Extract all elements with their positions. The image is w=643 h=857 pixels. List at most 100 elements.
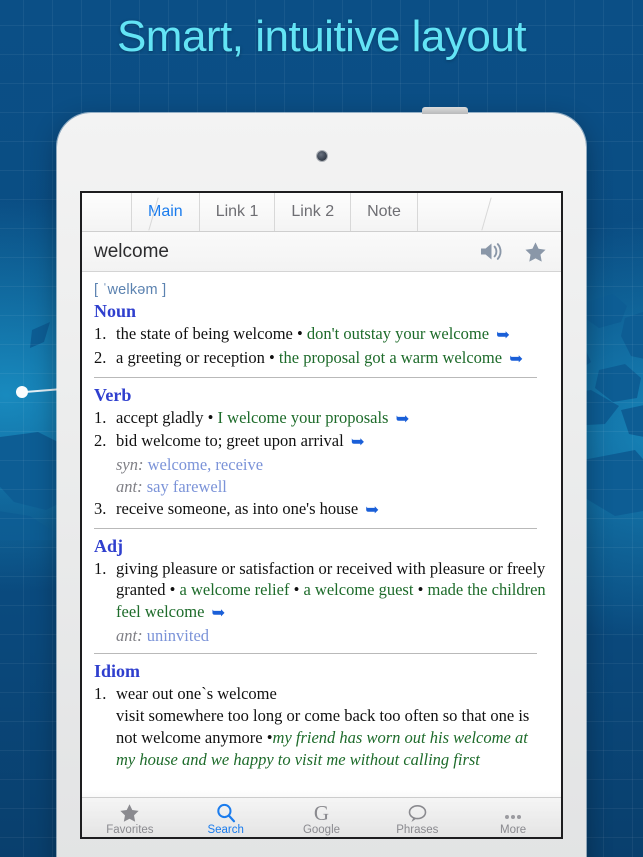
definition-text: accept gladly [116,407,204,427]
tab-note[interactable]: Note [350,193,418,231]
bullet-separator: • [296,324,307,343]
jump-arrow-icon[interactable]: ➥ [351,431,365,453]
bullet-separator: • [417,580,428,600]
antonym-terms[interactable]: uninvited [147,626,209,645]
tablet-device-frame: Main Link 1 Link 2 Note welcome [ˈwelkə… [57,107,586,857]
jump-arrow-icon[interactable]: ➥ [396,408,410,430]
toolbar-label-phrases: Phrases [396,823,439,836]
star-icon[interactable] [524,241,547,263]
jump-arrow-icon[interactable]: ➥ [496,324,510,346]
definition-text: the state of being welcome [116,324,293,343]
headword-row: welcome [82,232,561,272]
section-divider [94,376,537,378]
definition-list-noun: 1. the state of being welcome • don't ou… [94,323,547,370]
synonym-line: syn: welcome, receive [94,454,547,475]
tab-link-1-label: Link 1 [215,203,259,220]
definition-list-adj: 1. giving pleasure or satisfaction or re… [94,558,547,624]
tab-link-2-label: Link 2 [291,203,335,220]
definition-number: 1. [94,558,107,578]
headword-text[interactable]: welcome [94,241,462,263]
antonym-line: ant: uninvited [94,625,547,646]
tab-note-label: Note [367,203,401,220]
definition-number: 1. [94,407,107,427]
bullet-separator: • [207,407,218,427]
toolbar-label-google: Google [302,823,341,836]
toolbar-label-favorites: Favorites [106,823,154,836]
bullet-separator: • [169,580,180,600]
idiom-example: my friend has worn out his welcome at [272,727,528,747]
bottom-toolbar: Favorites Search G Google Phrases More [82,797,561,837]
antonym-terms[interactable]: say farewell [147,477,227,496]
example-text: a welcome guest [303,580,414,600]
front-camera-icon [316,151,327,161]
speaker-icon[interactable] [480,242,506,261]
toolbar-label-search: Search [207,823,244,836]
jump-arrow-icon[interactable]: ➥ [212,602,226,624]
tab-link-1[interactable]: Link 1 [198,193,276,231]
tab-link-2[interactable]: Link 2 [274,193,352,231]
synonym-label: syn: [116,455,144,475]
toolbar-item-google[interactable]: G Google [274,802,370,836]
tab-slant-divider-right [481,197,492,231]
idiom-phrase: wear out one`s welcome [116,684,277,704]
page-headline: Smart, intuitive layout [116,12,527,61]
definition-list-verb-cont: 3. receive someone, as into one's house … [94,498,547,521]
phonetic-transcription: [ ˈwelkəm ] [94,282,167,298]
definition-item: 3. receive someone, as into one's house … [94,498,547,521]
idiom-example-clipped: my house and we happy to visit me withou… [116,749,480,769]
promo-screenshot: Smart, intuitive layout Main Link 1 Link… [0,0,643,857]
definition-item: 2. bid welcome to; greet upon arrival ➥ [94,430,547,453]
content-fade-overlay [82,771,561,797]
tab-bar-left-pad [82,193,132,231]
definition-list-verb: 1. accept gladly • I welcome your propos… [94,407,547,454]
toolbar-item-phrases[interactable]: Phrases [369,802,465,836]
bullet-separator: • [269,347,279,367]
antonym-line: ant: say farewell [94,476,547,497]
toolbar-label-more: More [499,823,527,836]
toolbar-item-favorites[interactable]: Favorites [82,802,178,836]
pos-heading-noun: Noun [94,301,137,321]
synonym-terms[interactable]: welcome, receive [148,455,263,474]
definition-item: 2. a greeting or reception • the proposa… [94,347,547,370]
definition-text: bid welcome to; greet upon arrival [116,431,344,451]
definition-number: 2. [94,431,107,451]
speech-bubble-icon [407,802,428,823]
pos-heading-idiom: Idiom [94,661,141,682]
section-divider [94,653,537,655]
device-home-area [57,839,586,857]
definition-number: 2. [94,347,107,367]
definition-number: 3. [94,498,107,518]
app-screen: Main Link 1 Link 2 Note welcome [ˈwelkə… [80,191,563,839]
toolbar-item-search[interactable]: Search [178,802,274,836]
jump-arrow-icon[interactable]: ➥ [365,499,379,521]
definition-item: 1. accept gladly • I welcome your propos… [94,407,547,430]
jump-arrow-icon[interactable]: ➥ [509,348,523,370]
toolbar-item-more[interactable]: More [465,802,561,836]
example-text: the proposal got a warm welcome [278,347,503,367]
definition-text: receive someone, as into one's house [116,498,359,518]
definition-item: 1. giving pleasure or satisfaction or re… [94,558,547,624]
bullet-separator: • [293,580,304,600]
definition-content[interactable]: [ ˈwelkəm ] Noun 1. the state of being w… [82,272,561,837]
antonym-label: ant: [116,626,143,645]
definition-item: 1. wear out one`s welcome visit somewher… [94,683,547,770]
ellipsis-icon [501,802,525,823]
example-text: don't outstay your welcome [306,324,490,343]
antonym-label: ant: [116,476,143,496]
pos-heading-adj: Adj [94,535,124,556]
pos-heading-verb: Verb [94,384,132,405]
power-button [422,107,468,114]
google-g-icon: G [313,800,330,825]
definition-item: 1. the state of being welcome • don't ou… [94,323,547,346]
definition-number: 1. [94,684,107,704]
example-text: a welcome relief [179,580,290,600]
magnifier-icon [216,802,236,823]
definition-number: 1. [94,324,107,343]
section-divider [94,527,537,529]
tab-bar: Main Link 1 Link 2 Note [82,193,561,232]
example-text: I welcome your proposals [217,407,389,427]
definition-list-idiom: 1. wear out one`s welcome visit somewher… [94,683,547,770]
star-icon [119,802,140,823]
tab-main[interactable]: Main [131,193,200,231]
definition-text: a greeting or reception [116,347,265,367]
